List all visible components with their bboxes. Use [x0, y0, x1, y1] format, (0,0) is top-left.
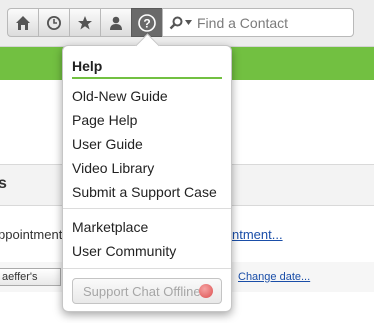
toolbar-buttons: ?: [7, 8, 354, 37]
star-icon: [78, 15, 92, 29]
clock-icon: [47, 15, 61, 30]
menu-item-support-case[interactable]: Submit a Support Case: [72, 184, 217, 200]
menu-item-marketplace[interactable]: Marketplace: [72, 219, 148, 235]
menu-divider: [63, 268, 231, 269]
menu-item-video-library[interactable]: Video Library: [72, 160, 154, 176]
search-options-button[interactable]: [163, 16, 197, 30]
support-chat-button[interactable]: Support Chat Offline: [72, 278, 222, 304]
section-title: s: [0, 175, 7, 192]
menu-item-page-help[interactable]: Page Help: [72, 112, 137, 128]
question-icon: ?: [138, 13, 156, 32]
home-button[interactable]: [7, 8, 38, 37]
dropdown-arrow-icon: [184, 20, 192, 25]
favorites-button[interactable]: [69, 8, 100, 37]
menu-item-user-guide[interactable]: User Guide: [72, 136, 143, 152]
svg-text:?: ?: [143, 16, 150, 30]
offline-status-icon: [199, 284, 213, 298]
menu-title: Help: [72, 58, 103, 74]
search-icon: [169, 16, 182, 29]
change-date-link[interactable]: Change date...: [238, 271, 310, 283]
person-icon: [110, 16, 122, 30]
help-menu: Help Old-New Guide Page Help User Guide …: [62, 45, 232, 312]
recent-button[interactable]: [38, 8, 69, 37]
contacts-button[interactable]: [100, 8, 131, 37]
appointment-link[interactable]: ntment...: [232, 227, 283, 242]
menu-divider: [63, 208, 231, 209]
title-underline: [72, 77, 222, 79]
search-box: [162, 8, 354, 37]
menu-item-user-community[interactable]: User Community: [72, 243, 176, 259]
home-icon: [16, 15, 30, 30]
support-chat-label: Support Chat Offline: [83, 283, 201, 299]
search-input[interactable]: [197, 14, 347, 31]
top-toolbar: ?: [0, 0, 374, 47]
name-field[interactable]: aeffer's: [0, 268, 61, 286]
menu-item-old-new-guide[interactable]: Old-New Guide: [72, 88, 168, 104]
